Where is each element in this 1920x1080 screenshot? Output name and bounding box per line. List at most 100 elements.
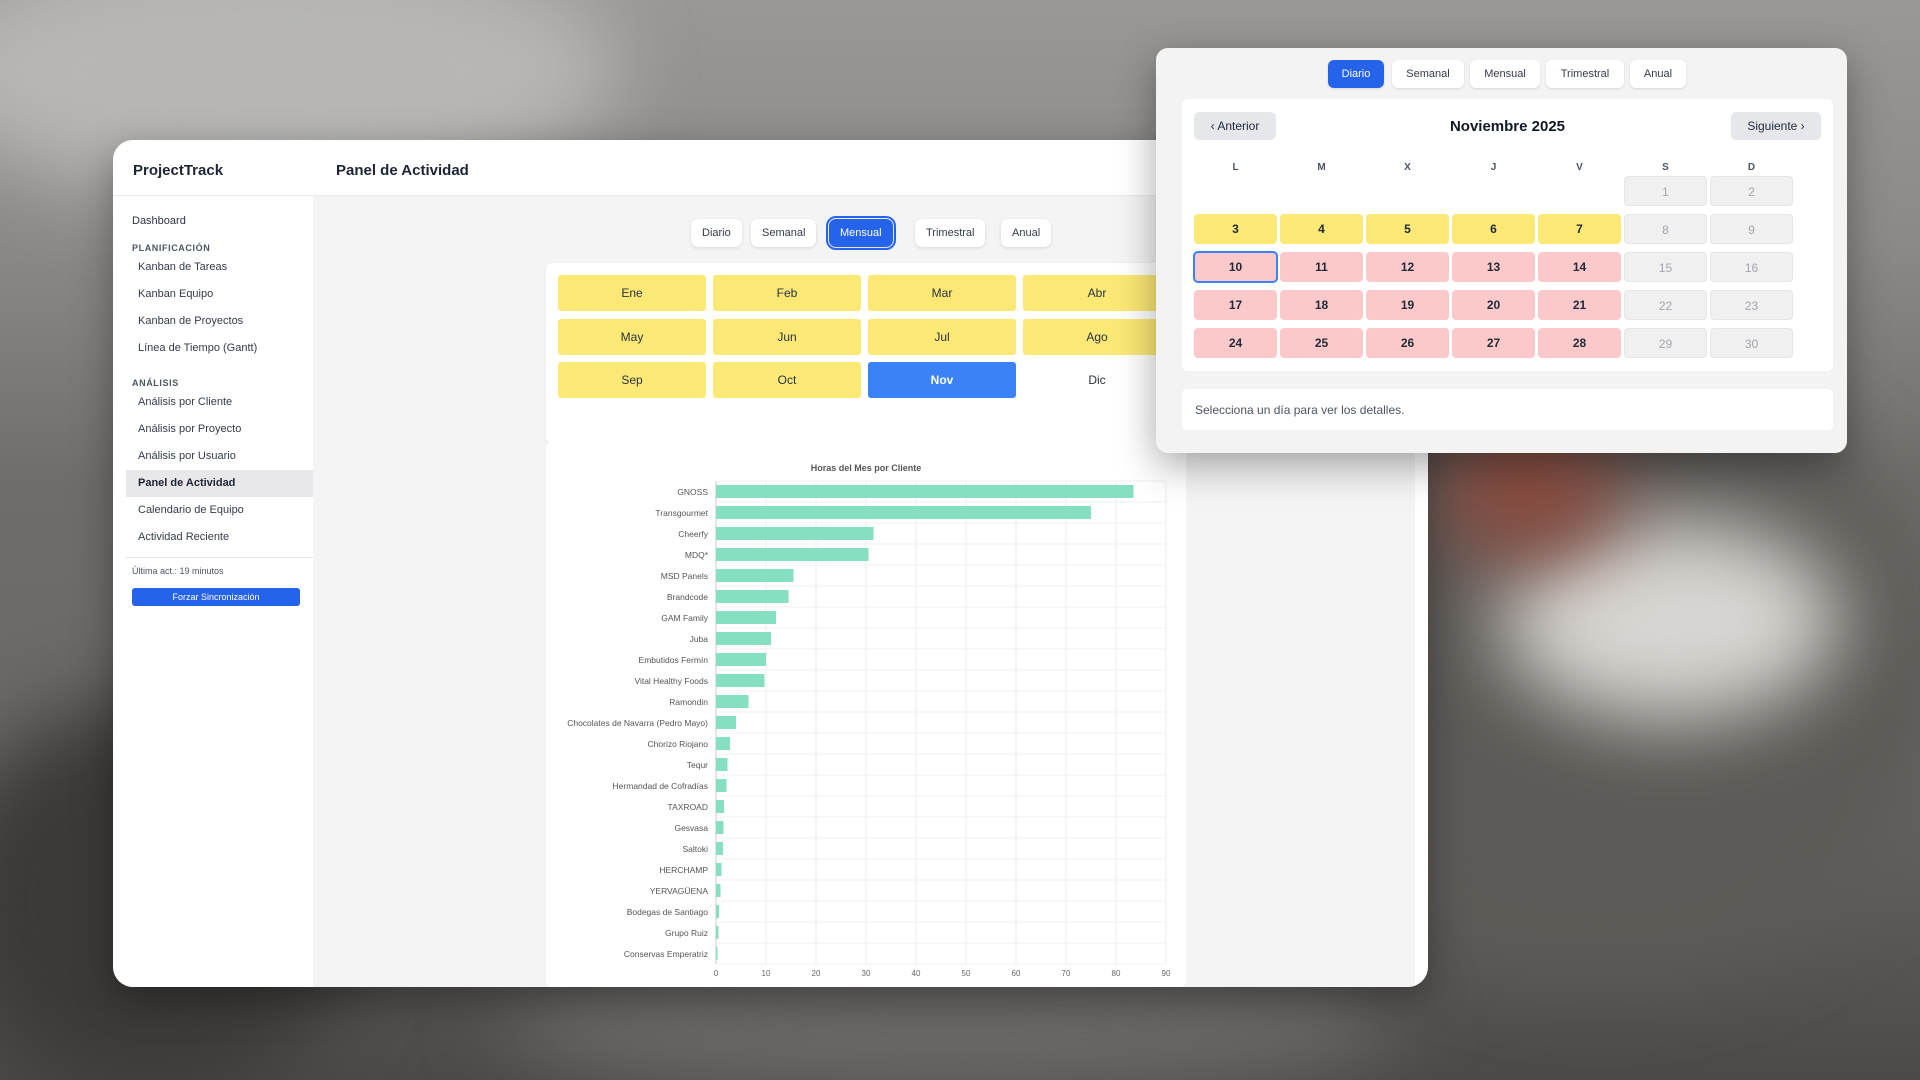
calendar-day-14[interactable]: 14 <box>1538 252 1621 282</box>
bar-15[interactable] <box>716 800 724 813</box>
sidebar-item-analisis-usuario[interactable]: Análisis por Usuario <box>126 443 313 470</box>
calendar-day-17[interactable]: 17 <box>1194 290 1277 320</box>
calendar-day-26[interactable]: 26 <box>1366 328 1449 358</box>
calendar-day-4[interactable]: 4 <box>1280 214 1363 244</box>
cal-tab-anual[interactable]: Anual <box>1630 60 1686 88</box>
month-may[interactable]: May <box>558 319 706 355</box>
sidebar-item-analisis-cliente[interactable]: Análisis por Cliente <box>126 389 313 416</box>
x-tick-label: 70 <box>1062 969 1071 978</box>
bar-17[interactable] <box>716 842 723 855</box>
month-nov[interactable]: Nov <box>868 362 1016 398</box>
bar-3[interactable] <box>716 548 869 561</box>
month-ene[interactable]: Ene <box>558 275 706 311</box>
calendar-day-6[interactable]: 6 <box>1452 214 1535 244</box>
sidebar-item-dashboard[interactable]: Dashboard <box>126 208 313 234</box>
calendar-day-18[interactable]: 18 <box>1280 290 1363 320</box>
bar-12[interactable] <box>716 737 730 750</box>
bar-6[interactable] <box>716 611 776 624</box>
sidebar-item-kanban-tareas[interactable]: Kanban de Tareas <box>126 254 313 281</box>
calendar-day-19[interactable]: 19 <box>1366 290 1449 320</box>
calendar-day-25[interactable]: 25 <box>1280 328 1363 358</box>
month-jun[interactable]: Jun <box>713 319 861 355</box>
calendar-day-15[interactable]: 15 <box>1624 252 1707 282</box>
calendar-day-29[interactable]: 29 <box>1624 328 1707 358</box>
bar-16[interactable] <box>716 821 724 834</box>
calendar-day-3[interactable]: 3 <box>1194 214 1277 244</box>
calendar-day-20[interactable]: 20 <box>1452 290 1535 320</box>
tab-trimestral[interactable]: Trimestral <box>915 219 986 247</box>
x-tick-label: 80 <box>1112 969 1121 978</box>
calendar-day-13[interactable]: 13 <box>1452 252 1535 282</box>
bar-14[interactable] <box>716 779 727 792</box>
month-mar[interactable]: Mar <box>868 275 1016 311</box>
chart-title: Horas del Mes por Cliente <box>811 463 922 473</box>
bar-8[interactable] <box>716 653 766 666</box>
bar-22[interactable] <box>716 947 718 960</box>
x-tick-label: 10 <box>762 969 771 978</box>
calendar-day-12[interactable]: 12 <box>1366 252 1449 282</box>
sidebar-item-kanban-proyectos[interactable]: Kanban de Proyectos <box>126 308 313 335</box>
bar-2[interactable] <box>716 527 874 540</box>
bar-21[interactable] <box>716 926 719 939</box>
calendar-day-9[interactable]: 9 <box>1710 214 1793 244</box>
cal-tab-semanal[interactable]: Semanal <box>1392 60 1464 88</box>
cal-tab-mensual[interactable]: Mensual <box>1470 60 1540 88</box>
cal-tab-diario[interactable]: Diario <box>1328 60 1384 88</box>
calendar-day-10[interactable]: 10 <box>1193 251 1278 283</box>
calendar-day-1[interactable]: 1 <box>1624 176 1707 206</box>
weekday-header: J <box>1490 162 1497 173</box>
calendar-day-30[interactable]: 30 <box>1710 328 1793 358</box>
sidebar-item-analisis-proyecto[interactable]: Análisis por Proyecto <box>126 416 313 443</box>
brand-logo[interactable]: ProjectTrack <box>133 162 223 179</box>
month-jul[interactable]: Jul <box>868 319 1016 355</box>
bar-9[interactable] <box>716 674 765 687</box>
month-oct[interactable]: Oct <box>713 362 861 398</box>
force-sync-button[interactable]: Forzar Sincronización <box>132 588 300 606</box>
sidebar: Dashboard PLANIFICACIÓN Kanban de Tareas… <box>126 196 313 618</box>
calendar-day-21[interactable]: 21 <box>1538 290 1621 320</box>
bar-7[interactable] <box>716 632 771 645</box>
calendar-day-5[interactable]: 5 <box>1366 214 1449 244</box>
month-sep[interactable]: Sep <box>558 362 706 398</box>
tab-anual[interactable]: Anual <box>1001 219 1052 247</box>
bar-18[interactable] <box>716 863 722 876</box>
sidebar-item-calendario-equipo[interactable]: Calendario de Equipo <box>126 497 313 524</box>
tab-diario[interactable]: Diario <box>691 219 742 247</box>
category-label: HERCHAMP <box>659 865 708 875</box>
tab-mensual[interactable]: Mensual <box>826 216 896 250</box>
sidebar-item-panel-actividad[interactable]: Panel de Actividad <box>126 470 313 497</box>
calendar-day-8[interactable]: 8 <box>1624 214 1707 244</box>
bar-0[interactable] <box>716 485 1134 498</box>
weekday-header: S <box>1662 162 1669 173</box>
category-label: Juba <box>690 634 709 644</box>
sidebar-item-actividad-reciente[interactable]: Actividad Reciente <box>126 524 313 551</box>
month-abr[interactable]: Abr <box>1023 275 1171 311</box>
category-label: Hermandad de Cofradías <box>613 781 708 791</box>
next-month-button[interactable]: Siguiente › <box>1731 112 1821 140</box>
bar-20[interactable] <box>716 905 719 918</box>
calendar-day-2[interactable]: 2 <box>1710 176 1793 206</box>
month-feb[interactable]: Feb <box>713 275 861 311</box>
sidebar-section-analisis: ANÁLISIS <box>132 378 179 388</box>
bar-10[interactable] <box>716 695 749 708</box>
bar-19[interactable] <box>716 884 721 897</box>
cal-tab-trimestral[interactable]: Trimestral <box>1546 60 1624 88</box>
calendar-day-16[interactable]: 16 <box>1710 252 1793 282</box>
calendar-day-7[interactable]: 7 <box>1538 214 1621 244</box>
calendar-day-27[interactable]: 27 <box>1452 328 1535 358</box>
bar-1[interactable] <box>716 506 1091 519</box>
bar-11[interactable] <box>716 716 736 729</box>
month-ago[interactable]: Ago <box>1023 319 1171 355</box>
bar-4[interactable] <box>716 569 794 582</box>
tab-semanal[interactable]: Semanal <box>751 219 817 247</box>
calendar-day-23[interactable]: 23 <box>1710 290 1793 320</box>
month-dic[interactable]: Dic <box>1023 362 1171 398</box>
sidebar-item-gantt[interactable]: Línea de Tiempo (Gantt) <box>126 335 313 362</box>
calendar-day-11[interactable]: 11 <box>1280 252 1363 282</box>
calendar-day-28[interactable]: 28 <box>1538 328 1621 358</box>
sidebar-item-kanban-equipo[interactable]: Kanban Equipo <box>126 281 313 308</box>
bar-13[interactable] <box>716 758 728 771</box>
calendar-day-22[interactable]: 22 <box>1624 290 1707 320</box>
bar-5[interactable] <box>716 590 789 603</box>
calendar-day-24[interactable]: 24 <box>1194 328 1277 358</box>
